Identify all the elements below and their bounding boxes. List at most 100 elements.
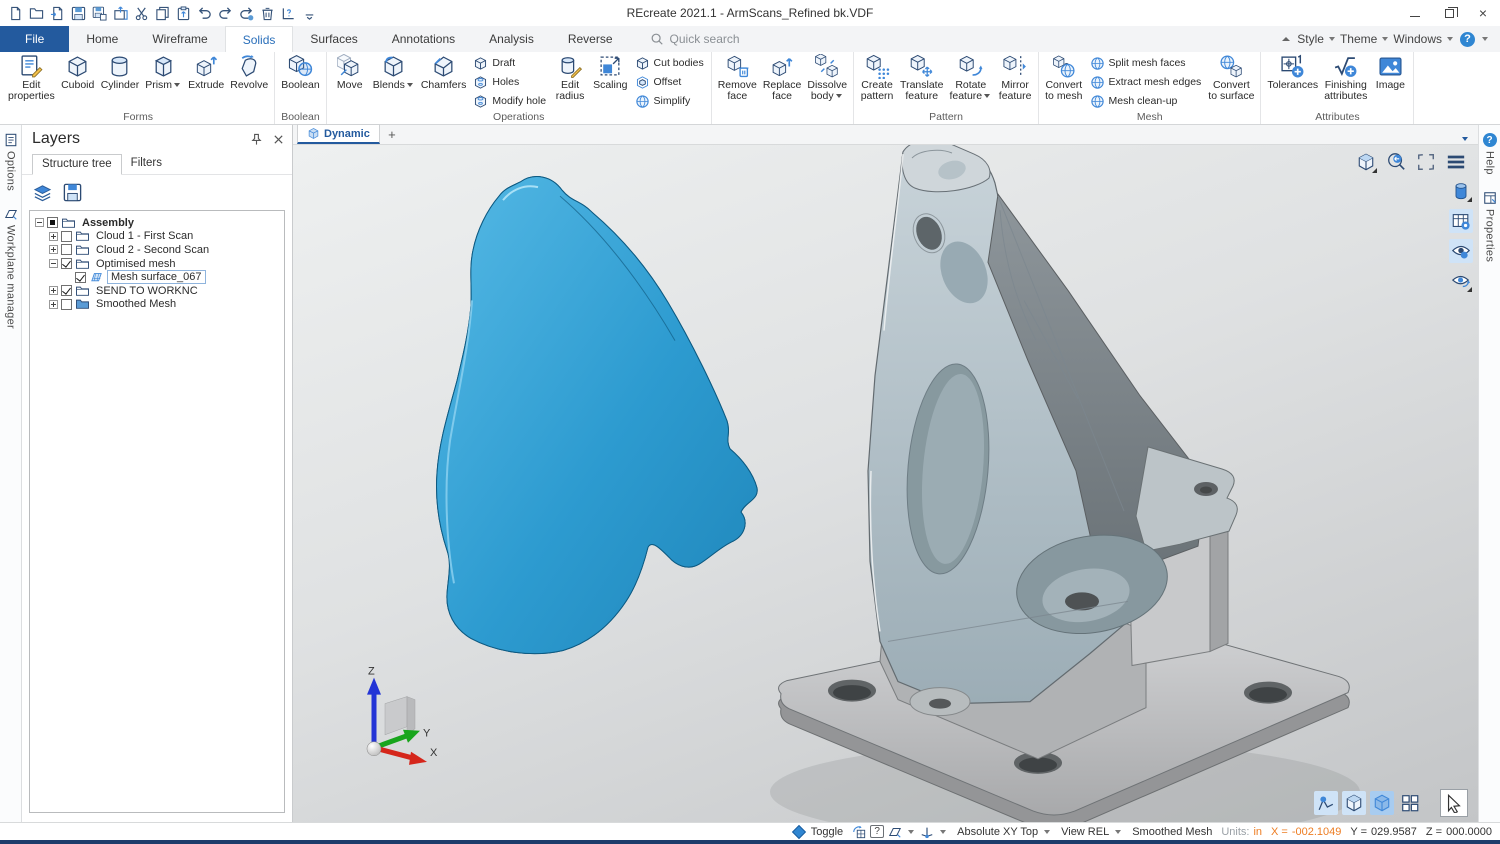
translate-feature-button[interactable]: Translatefeature [897,52,946,112]
qat-import-export-button[interactable] [47,3,67,23]
layer-label[interactable]: Cloud 1 - First Scan [93,230,196,242]
help-panel-tab[interactable]: ? Help [1481,133,1499,175]
remove-face-button[interactable]: Removeface [715,52,760,112]
layer-item-cloud-2-second-scan[interactable]: Cloud 2 - Second Scan [32,243,282,257]
toggle-control[interactable]: Toggle [791,826,843,838]
layer-label[interactable]: Smoothed Mesh [93,298,179,310]
tab-reverse[interactable]: Reverse [551,26,630,52]
layer-label[interactable]: Mesh surface_067 [107,270,206,284]
qat-customize-toolbar-button[interactable] [299,3,319,23]
refined-cad-model[interactable] [770,145,1360,822]
qat-paste-button[interactable] [173,3,193,23]
qat-repeat-button[interactable] [236,3,256,23]
checkbox-checked[interactable] [61,258,72,269]
zoom-to-selection-button[interactable] [1384,150,1408,174]
tab-wireframe[interactable]: Wireframe [135,26,224,52]
extract-mesh-edges-button[interactable]: Extract mesh edges [1090,73,1202,91]
tab-structure-tree[interactable]: Structure tree [32,154,122,175]
save-layers-icon[interactable] [62,182,83,203]
expander-plus-icon[interactable] [49,286,58,295]
view-mode-dropdown[interactable]: Absolute XY Top [957,826,1052,838]
theme-menu[interactable]: Theme [1340,32,1377,46]
qat-cut-button[interactable] [131,3,151,23]
fit-view-button[interactable] [1414,150,1438,174]
image-button[interactable]: Image [1370,52,1410,112]
move-button[interactable]: Move [330,52,370,112]
qat-copy-button[interactable] [152,3,172,23]
qat-share-button[interactable] [110,3,130,23]
axis-status-icon[interactable] [920,825,934,839]
transparent-view-button[interactable] [1370,791,1394,815]
layer-item-send-to-worknc[interactable]: SEND TO WORKNC [32,284,282,298]
simplify-button[interactable]: Simplify [635,92,704,110]
checkbox-unchecked[interactable] [61,231,72,242]
quick-help-icon[interactable]: ? [870,825,884,838]
convert-to-mesh-button[interactable]: Convertto mesh [1042,52,1085,112]
layer-label[interactable]: Optimised mesh [93,258,178,270]
layer-item-smoothed-mesh[interactable]: Smoothed Mesh [32,298,282,312]
select-cursor-tool[interactable] [1440,789,1468,817]
view-orientation-button[interactable] [1354,150,1378,174]
pin-icon[interactable] [250,133,263,146]
revolve-button[interactable]: Revolve [227,52,271,112]
pick-filter-icon[interactable] [852,825,866,839]
expander-plus-icon[interactable] [49,245,58,254]
tab-surfaces[interactable]: Surfaces [293,26,374,52]
layer-item-assembly[interactable]: Assembly [32,216,282,230]
convert-to-surface-button[interactable]: Convertto surface [1205,52,1257,112]
rotate-feature-button[interactable]: Rotatefeature [946,52,995,112]
style-menu[interactable]: Style [1297,32,1324,46]
qat-delete-button[interactable] [257,3,277,23]
create-pattern-button[interactable]: Createpattern [857,52,897,112]
edit-radius-button[interactable]: Editradius [550,52,590,112]
windows-menu[interactable]: Windows [1393,32,1442,46]
modify-hole-button[interactable]: Modify hole [473,92,546,110]
mesh-clean-up-button[interactable]: Mesh clean-up [1090,92,1202,110]
minimize-button[interactable] [1398,1,1432,25]
workplane-mode-button[interactable] [1314,791,1338,815]
dissolve-body-button[interactable]: Dissolvebody [804,52,850,112]
extrude-button[interactable]: Extrude [185,52,227,112]
qat-save-as-button[interactable] [89,3,109,23]
finishing-attributes-button[interactable]: Finishingattributes [1321,52,1370,112]
help-button[interactable]: ? [1460,32,1475,47]
tab-solids[interactable]: Solids [225,26,294,52]
expander-plus-icon[interactable] [49,232,58,241]
restore-button[interactable] [1432,1,1466,25]
section-views-button[interactable] [1449,209,1473,233]
viewport-layout-button[interactable] [1398,791,1422,815]
mirror-feature-button[interactable]: Mirrorfeature [995,52,1035,112]
expander-plus-icon[interactable] [49,300,58,309]
tolerances-button[interactable]: Tolerances [1264,52,1321,112]
viewport-menu-button[interactable] [1444,150,1468,174]
rotate-view-button[interactable] [1449,269,1473,293]
blends-button[interactable]: Blends [370,52,418,112]
view-rel-dropdown[interactable]: View REL [1061,826,1123,838]
viewport-canvas[interactable]: Z Y X [293,145,1478,822]
tab-analysis[interactable]: Analysis [472,26,551,52]
layer-label[interactable]: Cloud 2 - Second Scan [93,244,212,256]
workplane-status-icon[interactable] [888,825,902,839]
replace-face-button[interactable]: Replaceface [760,52,805,112]
workplane-manager-panel-tab[interactable]: Workplane manager [4,207,18,329]
new-viewport-tab-button[interactable]: + [380,124,404,144]
layer-label[interactable]: Assembly [79,217,137,229]
quick-search[interactable]: Quick search [650,26,740,52]
collapse-ribbon-icon[interactable] [1282,37,1290,41]
qat-undo-button[interactable] [194,3,214,23]
checkbox-checked[interactable] [61,285,72,296]
layer-item-cloud-1-first-scan[interactable]: Cloud 1 - First Scan [32,230,282,244]
tab-file[interactable]: File [0,26,69,52]
holes-button[interactable]: Holes [473,73,546,91]
chamfers-button[interactable]: Chamfers [418,52,470,112]
solid-view-button[interactable] [1342,791,1366,815]
close-button[interactable]: × [1466,1,1500,25]
qat-open-file-button[interactable] [26,3,46,23]
checkbox-mixed[interactable] [47,217,58,228]
properties-panel-tab[interactable]: Properties [1483,191,1497,262]
checkbox-unchecked[interactable] [61,244,72,255]
cuboid-button[interactable]: Cuboid [58,52,98,112]
edit-properties-button[interactable]: Editproperties [5,52,58,112]
split-mesh-faces-button[interactable]: Split mesh faces [1090,54,1202,72]
checkbox-checked[interactable] [75,272,86,283]
